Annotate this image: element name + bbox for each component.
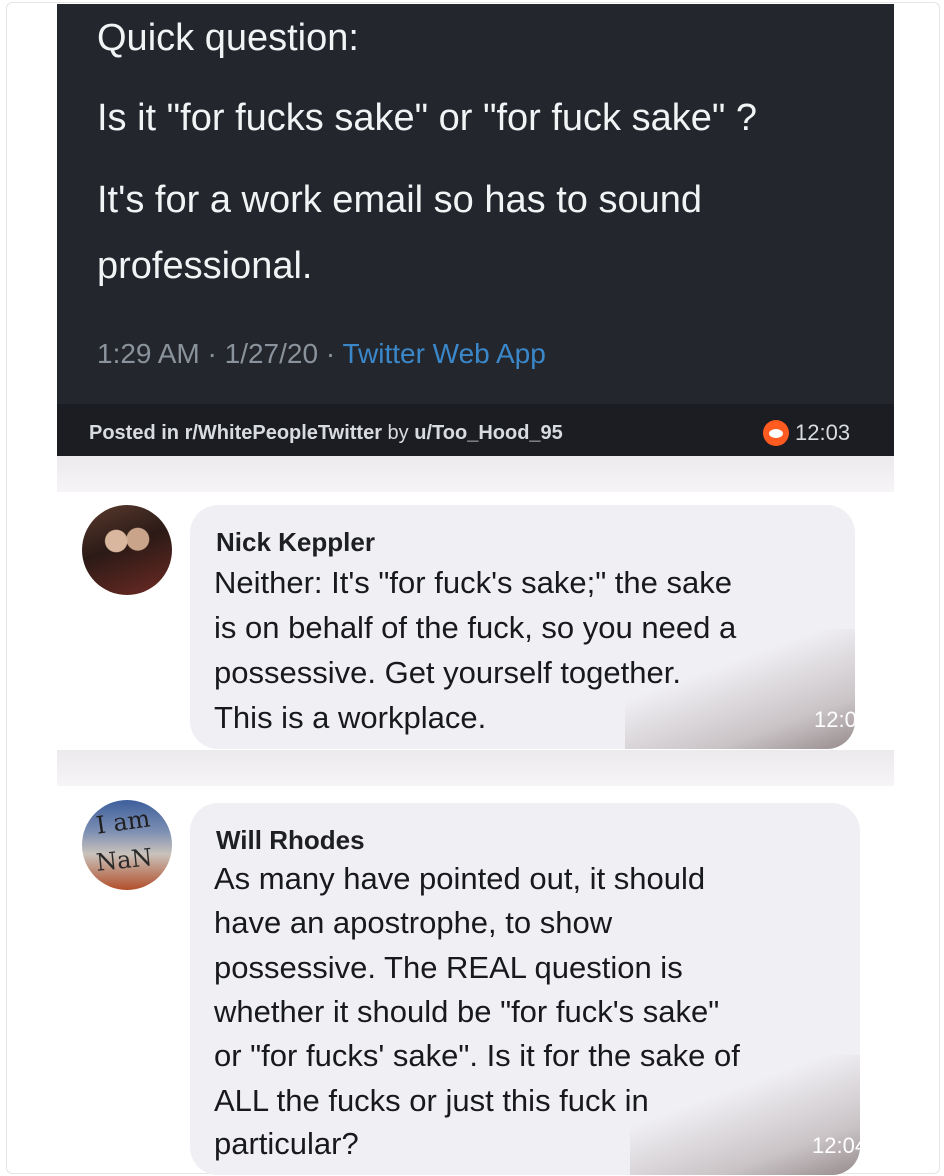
tweet-metadata: 1:29 AM · 1/27/20 · Twitter Web App xyxy=(97,338,546,370)
subreddit-link[interactable]: r/WhitePeopleTwitter xyxy=(185,422,382,444)
tweet-text-line: It's for a work email so has to sound xyxy=(97,179,702,221)
comment-text-line: particular? xyxy=(214,1126,359,1161)
post-time: 12:03 xyxy=(795,420,851,445)
tweet-text-line: Is it "for fucks sake" or "for fuck sake… xyxy=(97,97,758,139)
tweet-card: Quick question: Is it "for fucks sake" o… xyxy=(57,4,894,456)
section-divider xyxy=(57,456,894,492)
posted-by-label: by xyxy=(382,422,415,444)
comment-bubble: Nick Keppler Neither: It's "for fuck's s… xyxy=(190,505,855,749)
posted-in-text: Posted in r/WhitePeopleTwitter by u/Too_… xyxy=(89,422,563,445)
tweet-text-line: professional. xyxy=(97,245,313,287)
posted-in-label: Posted in xyxy=(89,422,185,444)
meta-separator: · xyxy=(318,338,343,369)
avatar-text: NaN xyxy=(94,843,154,877)
comment-time: 12:04 xyxy=(812,1133,860,1158)
avatar[interactable]: I am NaN xyxy=(82,800,172,890)
avatar[interactable] xyxy=(82,505,172,595)
meta-separator: · xyxy=(199,338,225,369)
comment-author[interactable]: Nick Keppler xyxy=(216,527,375,558)
username-link[interactable]: u/Too_Hood_95 xyxy=(414,422,563,444)
post-info-bar: Posted in r/WhitePeopleTwitter by u/Too_… xyxy=(57,404,894,456)
avatar-text: I am xyxy=(94,804,152,840)
comment-text-line: This is a workplace. xyxy=(214,700,487,735)
comment-text-line: Neither: It's "for fuck's sake;" the sak… xyxy=(214,565,732,600)
comment-text-line: whether it should be "for fuck's sake" xyxy=(214,994,720,1029)
reddit-icon xyxy=(763,420,789,446)
comment-bubble: Will Rhodes As many have pointed out, it… xyxy=(190,803,860,1175)
comment-text-line: possessive. Get yourself together. xyxy=(214,655,681,690)
comment-text-line: ALL the fucks or just this fuck in xyxy=(214,1083,649,1118)
tweet-source-link[interactable]: Twitter Web App xyxy=(342,338,545,369)
comment-author[interactable]: Will Rhodes xyxy=(216,825,365,856)
comment-text-line: As many have pointed out, it should xyxy=(214,861,706,896)
tweet-text-line: Quick question: xyxy=(97,17,359,59)
comment-time: 12:04 xyxy=(814,707,855,732)
tweet-date: 1/27/20 xyxy=(224,338,319,369)
section-divider xyxy=(57,750,894,786)
comment-text-line: possessive. The REAL question is xyxy=(214,950,683,985)
tweet-time: 1:29 AM xyxy=(97,338,200,369)
comment-text-line: have an apostrophe, to show xyxy=(214,905,613,940)
